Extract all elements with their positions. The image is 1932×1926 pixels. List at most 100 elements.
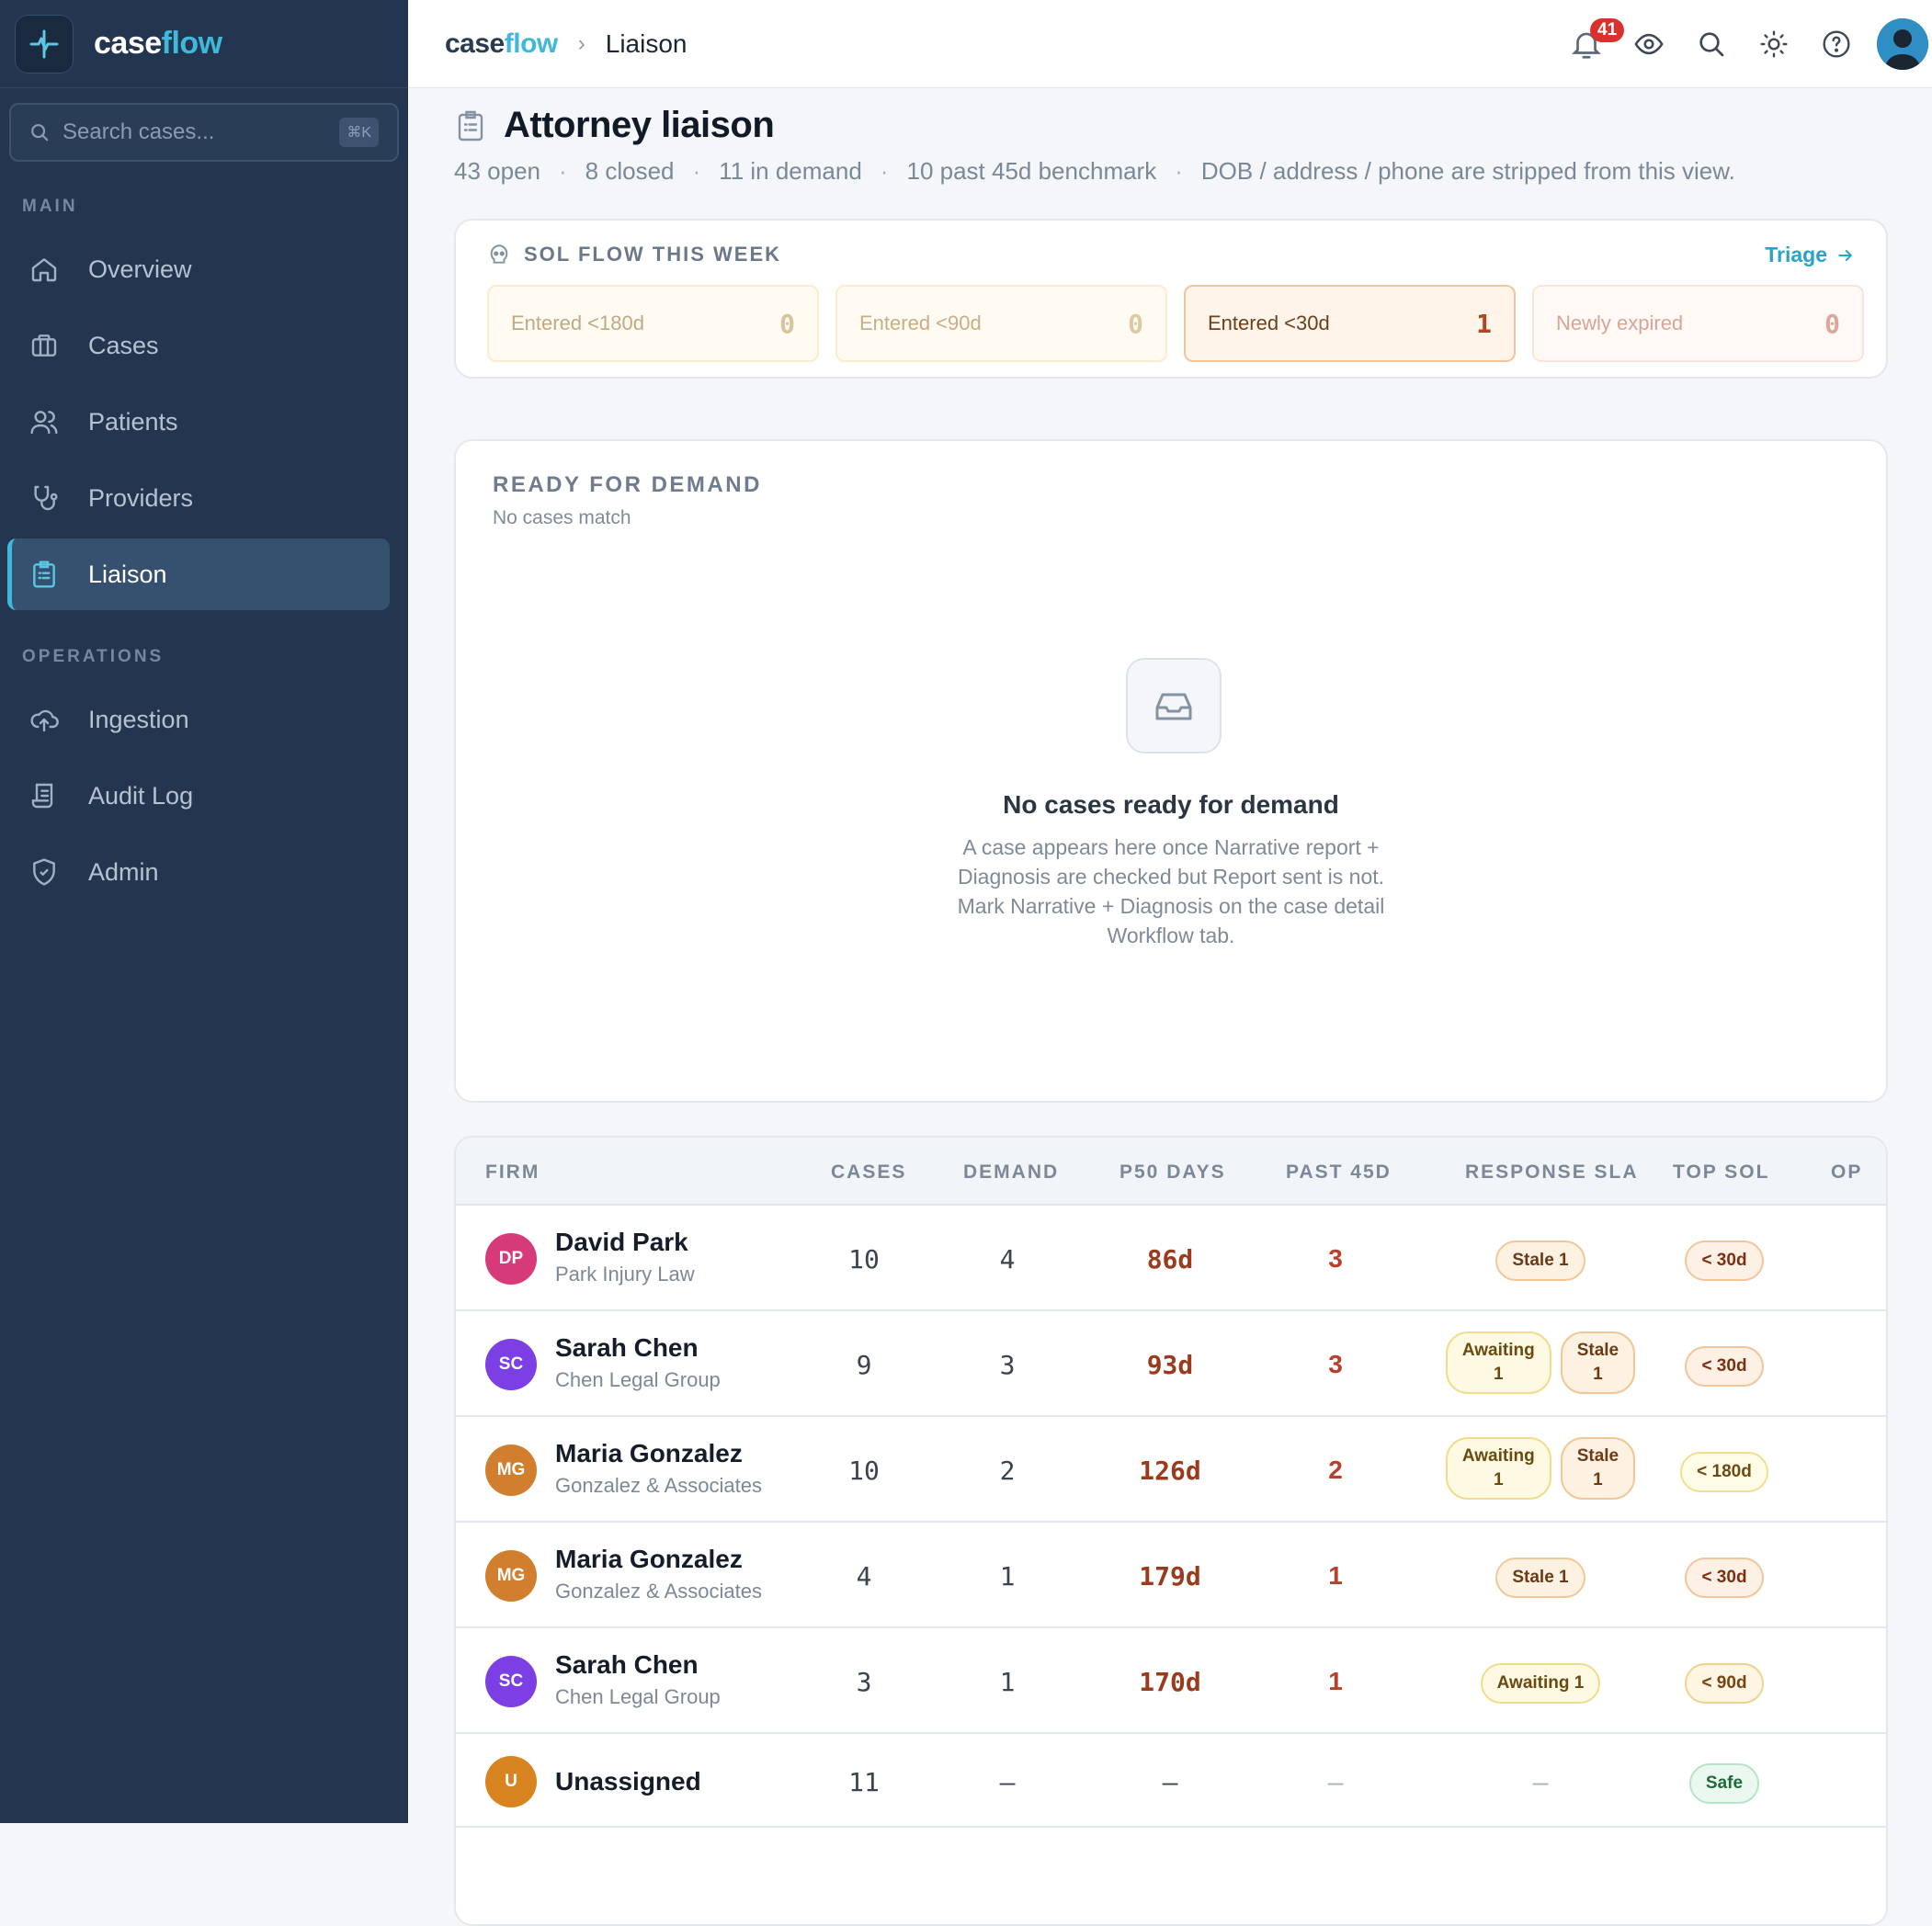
firm-name: Chen Legal Group bbox=[555, 1368, 721, 1391]
sla-badge-stale: Stale 1 bbox=[1560, 1437, 1636, 1500]
column-header-top-sol[interactable]: TOP SOL bbox=[1673, 1161, 1769, 1184]
firm-name: Gonzalez & Associates bbox=[555, 1580, 763, 1603]
sidebar-item-admin[interactable]: Admin bbox=[7, 836, 390, 908]
p50-days: 86d bbox=[1146, 1244, 1194, 1275]
search-icon bbox=[31, 124, 49, 142]
notifications-button[interactable]: 41 bbox=[1555, 13, 1625, 75]
page-header: Attorney liaison 43 open · 8 closed · 11 i… bbox=[454, 105, 1888, 186]
sidebar-item-label: Cases bbox=[88, 331, 159, 359]
sol-tile-expired[interactable]: Newly expired 0 bbox=[1532, 285, 1864, 362]
sidebar-item-liaison[interactable]: Liaison bbox=[7, 538, 390, 610]
demand-count: 2 bbox=[999, 1456, 1016, 1486]
eye-icon bbox=[1634, 33, 1664, 55]
column-header-overflow[interactable]: OP bbox=[1831, 1161, 1862, 1184]
sol-tile-30d[interactable]: Entered <30d 1 bbox=[1184, 285, 1516, 362]
sidebar-item-label: Liaison bbox=[88, 560, 167, 588]
attorney-name: Maria Gonzalez bbox=[555, 1439, 743, 1467]
privacy-toggle-button[interactable] bbox=[1618, 13, 1680, 75]
demand-count: – bbox=[999, 1767, 1016, 1797]
response-sla: — bbox=[1532, 1767, 1549, 1797]
sidebar-item-ingestion[interactable]: Ingestion bbox=[7, 684, 390, 755]
firm-avatar: DP bbox=[485, 1233, 537, 1285]
sol-tile-90d[interactable]: Entered <90d 0 bbox=[835, 285, 1167, 362]
top-sol: < 180d bbox=[1642, 1452, 1807, 1492]
column-header-cases[interactable]: CASES bbox=[831, 1161, 906, 1184]
breadcrumb-current: Liaison bbox=[605, 28, 688, 58]
table-row[interactable]: MG Maria Gonzalez Gonzalez & Associates … bbox=[456, 1524, 1886, 1628]
scroll-icon bbox=[28, 779, 61, 812]
section-label-main: MAIN bbox=[22, 197, 78, 216]
firm-avatar: SC bbox=[485, 1656, 537, 1707]
top-sol: < 30d bbox=[1642, 1241, 1807, 1281]
table-row[interactable]: MG Maria Gonzalez Gonzalez & Associates … bbox=[456, 1419, 1886, 1523]
empty-state-description: A case appears here once Narrative repor… bbox=[957, 835, 1385, 947]
sol-tile-180d[interactable]: Entered <180d 0 bbox=[487, 285, 819, 362]
inbox-icon bbox=[1126, 658, 1222, 753]
top-sol: Safe bbox=[1642, 1763, 1807, 1804]
column-header-response-sla[interactable]: RESPONSE SLA bbox=[1465, 1161, 1639, 1184]
search-input[interactable]: Search cases... ⌘K bbox=[9, 103, 399, 162]
brand[interactable]: caseflow bbox=[0, 0, 408, 88]
firm-avatar: SC bbox=[485, 1339, 537, 1390]
help-button[interactable] bbox=[1805, 13, 1868, 75]
sidebar-item-cases[interactable]: Cases bbox=[7, 310, 390, 381]
attorney-name: Sarah Chen bbox=[555, 1650, 699, 1679]
sidebar-item-label: Ingestion bbox=[88, 705, 189, 733]
firm-name: Chen Legal Group bbox=[555, 1685, 721, 1708]
sla-badge: Stale 1 bbox=[1495, 1241, 1585, 1281]
search-button[interactable] bbox=[1680, 13, 1743, 75]
sol-badge: < 30d bbox=[1685, 1346, 1764, 1387]
cases-count: 10 bbox=[848, 1244, 880, 1275]
user-silhouette-icon bbox=[1877, 18, 1928, 70]
column-header-firm[interactable]: FIRM bbox=[485, 1161, 540, 1184]
demand-count: 1 bbox=[999, 1667, 1016, 1697]
sidebar-item-overview[interactable]: Overview bbox=[7, 233, 390, 305]
ready-for-demand-card: READY FOR DEMAND No cases match No cases… bbox=[454, 439, 1888, 1103]
attorney-name: Sarah Chen bbox=[555, 1333, 699, 1362]
response-sla: Awaiting 1 Stale 1 bbox=[1430, 1331, 1651, 1394]
triage-link[interactable]: Triage bbox=[1765, 243, 1855, 267]
table-header: FIRM CASES DEMAND P50 DAYS PAST 45D RESP… bbox=[456, 1138, 1886, 1206]
cloud-upload-icon bbox=[28, 703, 61, 736]
stat-open: 43 open bbox=[454, 157, 540, 185]
column-header-p50-days[interactable]: P50 DAYS bbox=[1119, 1161, 1226, 1184]
attorney-name: Unassigned bbox=[555, 1767, 701, 1796]
response-sla: Stale 1 bbox=[1430, 1558, 1651, 1598]
search-icon bbox=[1699, 32, 1724, 57]
ready-title: READY FOR DEMAND bbox=[493, 472, 762, 497]
clipboard-list-icon bbox=[28, 558, 61, 591]
sidebar: caseflow Search cases... ⌘K MAIN Overvie… bbox=[0, 0, 408, 1823]
attorney-name: Maria Gonzalez bbox=[555, 1545, 743, 1573]
sidebar-item-providers[interactable]: Providers bbox=[7, 462, 390, 534]
breadcrumb-home[interactable]: caseflow bbox=[445, 28, 558, 60]
search-placeholder: Search cases... bbox=[63, 119, 215, 144]
response-sla: Awaiting 1 Stale 1 bbox=[1430, 1437, 1651, 1500]
home-icon bbox=[28, 253, 61, 286]
table-row[interactable]: DP David Park Park Injury Law 10 4 86d 3… bbox=[456, 1207, 1886, 1311]
sidebar-item-audit-log[interactable]: Audit Log bbox=[7, 760, 390, 832]
sidebar-item-label: Providers bbox=[88, 483, 194, 512]
sun-icon bbox=[1760, 30, 1788, 58]
sol-flow-title: SOL FLOW THIS WEEK bbox=[524, 243, 782, 266]
sol-badge: Safe bbox=[1688, 1763, 1760, 1804]
sidebar-item-patients[interactable]: Patients bbox=[7, 386, 390, 458]
p50-days: 170d bbox=[1139, 1667, 1201, 1697]
sidebar-item-label: Audit Log bbox=[88, 781, 194, 810]
p50-days: – bbox=[1162, 1767, 1178, 1797]
past-45d-count: 2 bbox=[1328, 1456, 1343, 1484]
theme-toggle-button[interactable] bbox=[1743, 13, 1805, 75]
stat-past-benchmark: 10 past 45d benchmark bbox=[906, 157, 1157, 185]
table-row[interactable]: SC Sarah Chen Chen Legal Group 3 1 170d … bbox=[456, 1630, 1886, 1734]
sidebar-item-label: Patients bbox=[88, 407, 178, 436]
table-row[interactable]: SC Sarah Chen Chen Legal Group 9 3 93d 3… bbox=[456, 1313, 1886, 1417]
sol-badge: < 90d bbox=[1685, 1663, 1764, 1704]
table-row[interactable]: U Unassigned 11 – – – — Safe bbox=[456, 1736, 1886, 1828]
user-avatar[interactable] bbox=[1877, 18, 1928, 70]
column-header-demand[interactable]: DEMAND bbox=[963, 1161, 1059, 1184]
cases-count: 3 bbox=[856, 1667, 872, 1697]
page-title: Attorney liaison bbox=[504, 105, 775, 145]
topbar: caseflow › Liaison 41 bbox=[408, 0, 1932, 88]
cases-count: 10 bbox=[848, 1456, 880, 1486]
column-header-past-45d[interactable]: PAST 45D bbox=[1286, 1161, 1392, 1184]
firm-avatar: MG bbox=[485, 1550, 537, 1602]
